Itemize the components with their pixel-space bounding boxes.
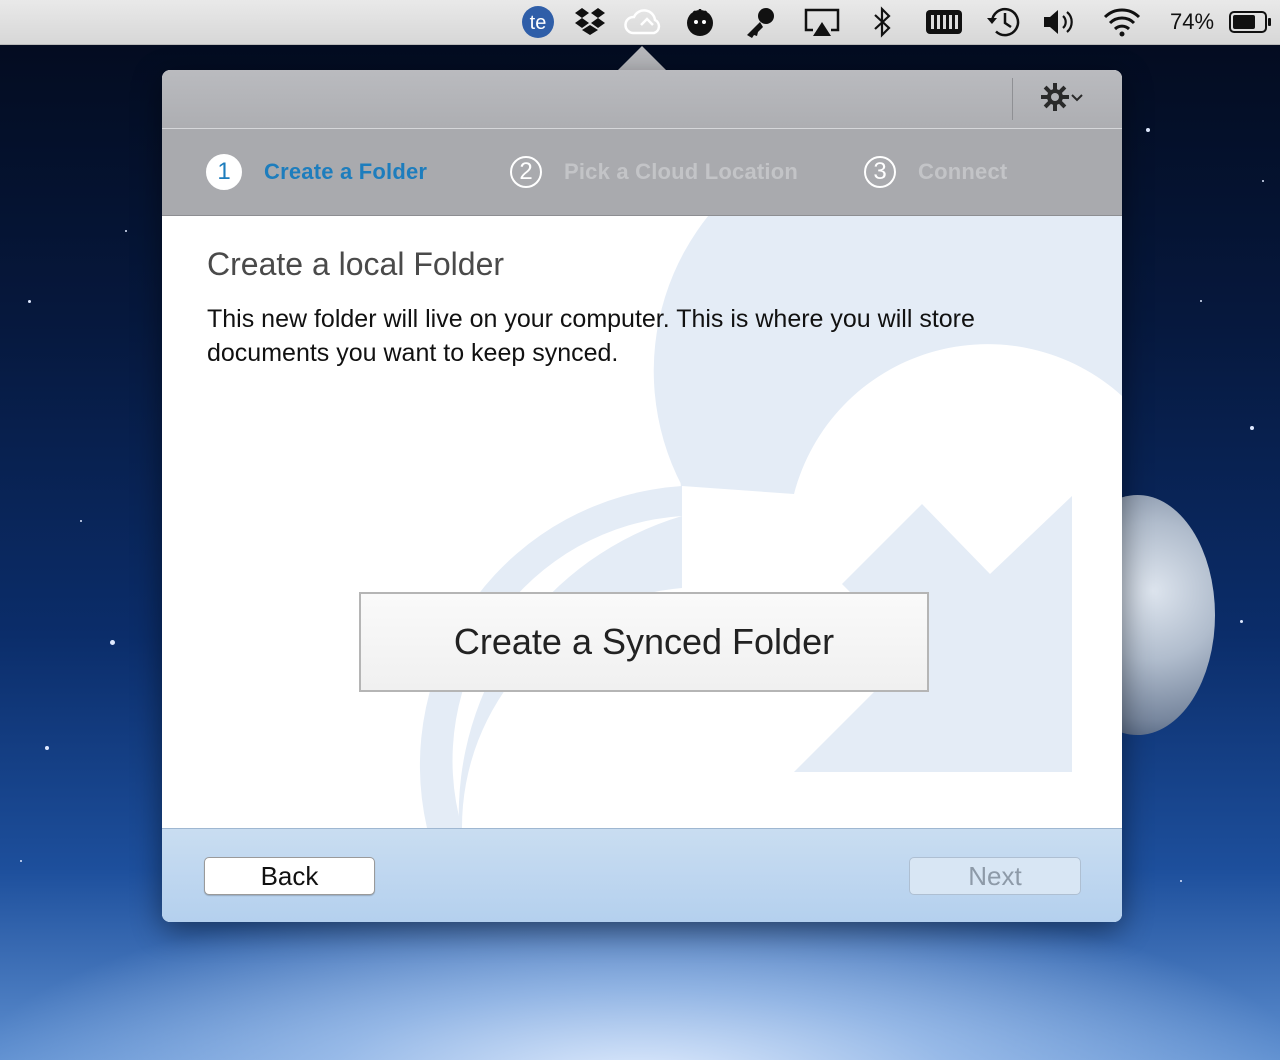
battery-icon[interactable]: [1226, 0, 1274, 44]
airplay-icon[interactable]: [800, 0, 844, 44]
popover-arrow: [618, 46, 666, 70]
dropbox-icon[interactable]: [572, 0, 608, 44]
popover-toolbar: [162, 70, 1122, 129]
te-icon[interactable]: te: [520, 0, 556, 44]
setup-popover: 1 Create a Folder 2 Pick a Cloud Locatio…: [162, 70, 1122, 922]
popover-footer: Back Next: [162, 828, 1122, 922]
wifi-icon[interactable]: [1100, 0, 1144, 44]
step-label: Pick a Cloud Location: [564, 159, 799, 184]
step-number: 1: [206, 154, 242, 190]
step-create-folder: 1 Create a Folder: [206, 129, 427, 215]
battery-percent-label: 74%: [1169, 9, 1215, 34]
step-label: Create a Folder: [264, 159, 428, 184]
content-description: This new folder will live on your comput…: [207, 305, 975, 367]
step-number: 3: [864, 156, 896, 188]
step-pick-cloud-location: 2 Pick a Cloud Location: [510, 129, 798, 215]
cartoon-head-icon[interactable]: [682, 0, 718, 44]
gear-icon: [1040, 82, 1070, 117]
te-label: te: [530, 12, 547, 34]
bluetooth-icon[interactable]: [866, 0, 898, 44]
content-title: Create a local Folder: [207, 246, 505, 282]
step-connect: 3 Connect: [864, 129, 1007, 215]
battery-bar-icon[interactable]: [922, 0, 966, 44]
key-icon[interactable]: [742, 0, 778, 44]
menu-bar: te 74%: [0, 0, 1280, 45]
time-machine-icon[interactable]: [982, 0, 1026, 44]
create-synced-folder-button[interactable]: Create a Synced Folder: [359, 592, 929, 692]
step-number: 2: [510, 156, 542, 188]
volume-icon[interactable]: [1040, 0, 1080, 44]
toolbar-divider: [1012, 78, 1013, 120]
settings-button[interactable]: [1034, 80, 1090, 118]
next-button[interactable]: Next: [909, 857, 1081, 895]
chevron-down-icon: [1070, 90, 1084, 108]
back-button[interactable]: Back: [204, 857, 375, 895]
wizard-steps: 1 Create a Folder 2 Pick a Cloud Locatio…: [162, 129, 1122, 216]
step-label: Connect: [918, 159, 1008, 184]
content-panel: Create a local Folder This new folder wi…: [162, 216, 1122, 828]
cloud-sync-icon[interactable]: [622, 0, 666, 44]
